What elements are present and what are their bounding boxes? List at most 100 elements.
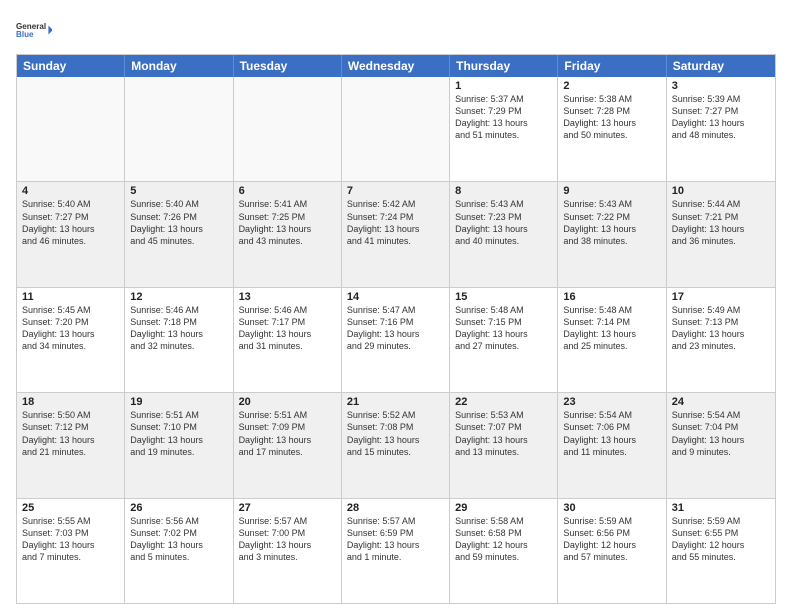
- logo: General Blue: [16, 12, 52, 48]
- cal-cell: 15Sunrise: 5:48 AMSunset: 7:15 PMDayligh…: [450, 288, 558, 392]
- header-day-wednesday: Wednesday: [342, 55, 450, 77]
- day-info: Sunrise: 5:59 AMSunset: 6:55 PMDaylight:…: [672, 515, 770, 564]
- day-info: Sunrise: 5:54 AMSunset: 7:06 PMDaylight:…: [563, 409, 660, 458]
- day-info: Sunrise: 5:43 AMSunset: 7:23 PMDaylight:…: [455, 198, 552, 247]
- day-info: Sunrise: 5:38 AMSunset: 7:28 PMDaylight:…: [563, 93, 660, 142]
- day-number: 26: [130, 502, 227, 514]
- day-info: Sunrise: 5:50 AMSunset: 7:12 PMDaylight:…: [22, 409, 119, 458]
- day-number: 27: [239, 502, 336, 514]
- day-info: Sunrise: 5:43 AMSunset: 7:22 PMDaylight:…: [563, 198, 660, 247]
- cal-cell: 2Sunrise: 5:38 AMSunset: 7:28 PMDaylight…: [558, 77, 666, 181]
- page: General Blue SundayMondayTuesdayWednesda…: [0, 0, 792, 612]
- cal-cell: 1Sunrise: 5:37 AMSunset: 7:29 PMDaylight…: [450, 77, 558, 181]
- week-4: 18Sunrise: 5:50 AMSunset: 7:12 PMDayligh…: [17, 392, 775, 497]
- day-info: Sunrise: 5:47 AMSunset: 7:16 PMDaylight:…: [347, 304, 444, 353]
- logo-svg: General Blue: [16, 12, 52, 48]
- week-1: 1Sunrise: 5:37 AMSunset: 7:29 PMDaylight…: [17, 77, 775, 181]
- header-day-thursday: Thursday: [450, 55, 558, 77]
- cal-cell: [17, 77, 125, 181]
- day-info: Sunrise: 5:55 AMSunset: 7:03 PMDaylight:…: [22, 515, 119, 564]
- day-number: 1: [455, 80, 552, 92]
- cal-cell: 20Sunrise: 5:51 AMSunset: 7:09 PMDayligh…: [234, 393, 342, 497]
- day-number: 11: [22, 291, 119, 303]
- day-number: 23: [563, 396, 660, 408]
- day-info: Sunrise: 5:42 AMSunset: 7:24 PMDaylight:…: [347, 198, 444, 247]
- cal-cell: 11Sunrise: 5:45 AMSunset: 7:20 PMDayligh…: [17, 288, 125, 392]
- calendar-header: SundayMondayTuesdayWednesdayThursdayFrid…: [17, 55, 775, 77]
- day-info: Sunrise: 5:39 AMSunset: 7:27 PMDaylight:…: [672, 93, 770, 142]
- cal-cell: 6Sunrise: 5:41 AMSunset: 7:25 PMDaylight…: [234, 182, 342, 286]
- cal-cell: 13Sunrise: 5:46 AMSunset: 7:17 PMDayligh…: [234, 288, 342, 392]
- week-5: 25Sunrise: 5:55 AMSunset: 7:03 PMDayligh…: [17, 498, 775, 603]
- day-info: Sunrise: 5:40 AMSunset: 7:27 PMDaylight:…: [22, 198, 119, 247]
- cal-cell: 16Sunrise: 5:48 AMSunset: 7:14 PMDayligh…: [558, 288, 666, 392]
- cal-cell: 24Sunrise: 5:54 AMSunset: 7:04 PMDayligh…: [667, 393, 775, 497]
- cal-cell: 10Sunrise: 5:44 AMSunset: 7:21 PMDayligh…: [667, 182, 775, 286]
- day-number: 20: [239, 396, 336, 408]
- day-number: 12: [130, 291, 227, 303]
- day-number: 31: [672, 502, 770, 514]
- day-info: Sunrise: 5:44 AMSunset: 7:21 PMDaylight:…: [672, 198, 770, 247]
- cal-cell: 18Sunrise: 5:50 AMSunset: 7:12 PMDayligh…: [17, 393, 125, 497]
- day-number: 2: [563, 80, 660, 92]
- day-number: 28: [347, 502, 444, 514]
- svg-text:General: General: [16, 22, 46, 31]
- day-number: 14: [347, 291, 444, 303]
- day-info: Sunrise: 5:54 AMSunset: 7:04 PMDaylight:…: [672, 409, 770, 458]
- cal-cell: 26Sunrise: 5:56 AMSunset: 7:02 PMDayligh…: [125, 499, 233, 603]
- header-day-sunday: Sunday: [17, 55, 125, 77]
- cal-cell: 4Sunrise: 5:40 AMSunset: 7:27 PMDaylight…: [17, 182, 125, 286]
- cal-cell: 12Sunrise: 5:46 AMSunset: 7:18 PMDayligh…: [125, 288, 233, 392]
- cal-cell: 29Sunrise: 5:58 AMSunset: 6:58 PMDayligh…: [450, 499, 558, 603]
- header-day-friday: Friday: [558, 55, 666, 77]
- day-info: Sunrise: 5:37 AMSunset: 7:29 PMDaylight:…: [455, 93, 552, 142]
- day-number: 22: [455, 396, 552, 408]
- cal-cell: 9Sunrise: 5:43 AMSunset: 7:22 PMDaylight…: [558, 182, 666, 286]
- day-number: 29: [455, 502, 552, 514]
- day-number: 19: [130, 396, 227, 408]
- header-day-monday: Monday: [125, 55, 233, 77]
- cal-cell: [125, 77, 233, 181]
- day-info: Sunrise: 5:40 AMSunset: 7:26 PMDaylight:…: [130, 198, 227, 247]
- day-info: Sunrise: 5:48 AMSunset: 7:14 PMDaylight:…: [563, 304, 660, 353]
- day-number: 5: [130, 185, 227, 197]
- cal-cell: 25Sunrise: 5:55 AMSunset: 7:03 PMDayligh…: [17, 499, 125, 603]
- day-info: Sunrise: 5:52 AMSunset: 7:08 PMDaylight:…: [347, 409, 444, 458]
- header-day-tuesday: Tuesday: [234, 55, 342, 77]
- day-info: Sunrise: 5:53 AMSunset: 7:07 PMDaylight:…: [455, 409, 552, 458]
- week-2: 4Sunrise: 5:40 AMSunset: 7:27 PMDaylight…: [17, 181, 775, 286]
- day-number: 9: [563, 185, 660, 197]
- day-info: Sunrise: 5:45 AMSunset: 7:20 PMDaylight:…: [22, 304, 119, 353]
- cal-cell: 19Sunrise: 5:51 AMSunset: 7:10 PMDayligh…: [125, 393, 233, 497]
- day-info: Sunrise: 5:57 AMSunset: 6:59 PMDaylight:…: [347, 515, 444, 564]
- day-number: 13: [239, 291, 336, 303]
- cal-cell: 31Sunrise: 5:59 AMSunset: 6:55 PMDayligh…: [667, 499, 775, 603]
- day-info: Sunrise: 5:57 AMSunset: 7:00 PMDaylight:…: [239, 515, 336, 564]
- day-number: 25: [22, 502, 119, 514]
- cal-cell: 7Sunrise: 5:42 AMSunset: 7:24 PMDaylight…: [342, 182, 450, 286]
- day-number: 18: [22, 396, 119, 408]
- day-number: 10: [672, 185, 770, 197]
- cal-cell: 17Sunrise: 5:49 AMSunset: 7:13 PMDayligh…: [667, 288, 775, 392]
- day-number: 24: [672, 396, 770, 408]
- cal-cell: [234, 77, 342, 181]
- calendar-body: 1Sunrise: 5:37 AMSunset: 7:29 PMDaylight…: [17, 77, 775, 603]
- week-3: 11Sunrise: 5:45 AMSunset: 7:20 PMDayligh…: [17, 287, 775, 392]
- day-number: 30: [563, 502, 660, 514]
- day-number: 8: [455, 185, 552, 197]
- cal-cell: 5Sunrise: 5:40 AMSunset: 7:26 PMDaylight…: [125, 182, 233, 286]
- header-day-saturday: Saturday: [667, 55, 775, 77]
- day-number: 7: [347, 185, 444, 197]
- day-info: Sunrise: 5:51 AMSunset: 7:09 PMDaylight:…: [239, 409, 336, 458]
- cal-cell: 3Sunrise: 5:39 AMSunset: 7:27 PMDaylight…: [667, 77, 775, 181]
- calendar: SundayMondayTuesdayWednesdayThursdayFrid…: [16, 54, 776, 604]
- cal-cell: 23Sunrise: 5:54 AMSunset: 7:06 PMDayligh…: [558, 393, 666, 497]
- day-number: 21: [347, 396, 444, 408]
- day-info: Sunrise: 5:46 AMSunset: 7:18 PMDaylight:…: [130, 304, 227, 353]
- header: General Blue: [16, 12, 776, 48]
- day-info: Sunrise: 5:56 AMSunset: 7:02 PMDaylight:…: [130, 515, 227, 564]
- cal-cell: 22Sunrise: 5:53 AMSunset: 7:07 PMDayligh…: [450, 393, 558, 497]
- day-info: Sunrise: 5:58 AMSunset: 6:58 PMDaylight:…: [455, 515, 552, 564]
- day-number: 3: [672, 80, 770, 92]
- day-number: 17: [672, 291, 770, 303]
